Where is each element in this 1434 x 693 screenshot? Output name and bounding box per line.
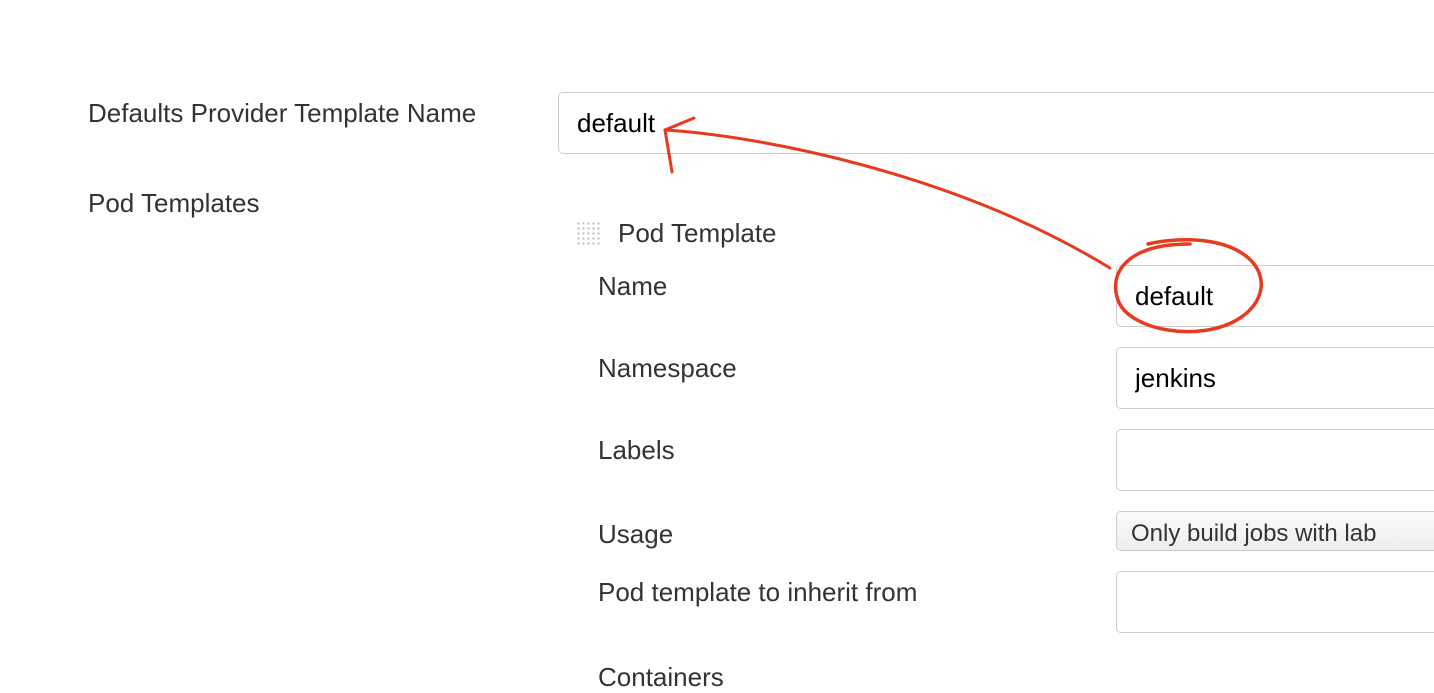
pod-name-label: Name [576,265,1116,302]
defaults-provider-input[interactable] [558,92,1434,154]
pod-labels-row: Labels [576,429,1434,491]
pod-usage-label: Usage [576,513,1116,550]
pod-name-input[interactable] [1116,265,1434,327]
pod-inherit-input[interactable] [1116,571,1434,633]
pod-template-block: Pod Template Name Namespace Labels Usage… [576,218,1434,653]
pod-labels-label: Labels [576,429,1116,466]
pod-labels-input[interactable] [1116,429,1434,491]
defaults-provider-label: Defaults Provider Template Name [0,92,560,129]
pod-namespace-label: Namespace [576,347,1116,384]
pod-templates-section-label: Pod Templates [88,188,260,219]
pod-namespace-input[interactable] [1116,347,1434,409]
pod-template-header: Pod Template [576,218,1434,249]
pod-usage-row: Usage Only build jobs with lab [576,511,1434,551]
pod-name-row: Name [576,265,1434,327]
pod-template-title: Pod Template [618,218,777,249]
pod-namespace-row: Namespace [576,347,1434,409]
pod-inherit-row: Pod template to inherit from [576,571,1434,633]
pod-usage-select[interactable]: Only build jobs with lab [1116,511,1434,551]
defaults-provider-row: Defaults Provider Template Name [0,92,1434,129]
drag-handle-icon[interactable] [576,221,602,247]
pod-inherit-label: Pod template to inherit from [576,571,1116,608]
